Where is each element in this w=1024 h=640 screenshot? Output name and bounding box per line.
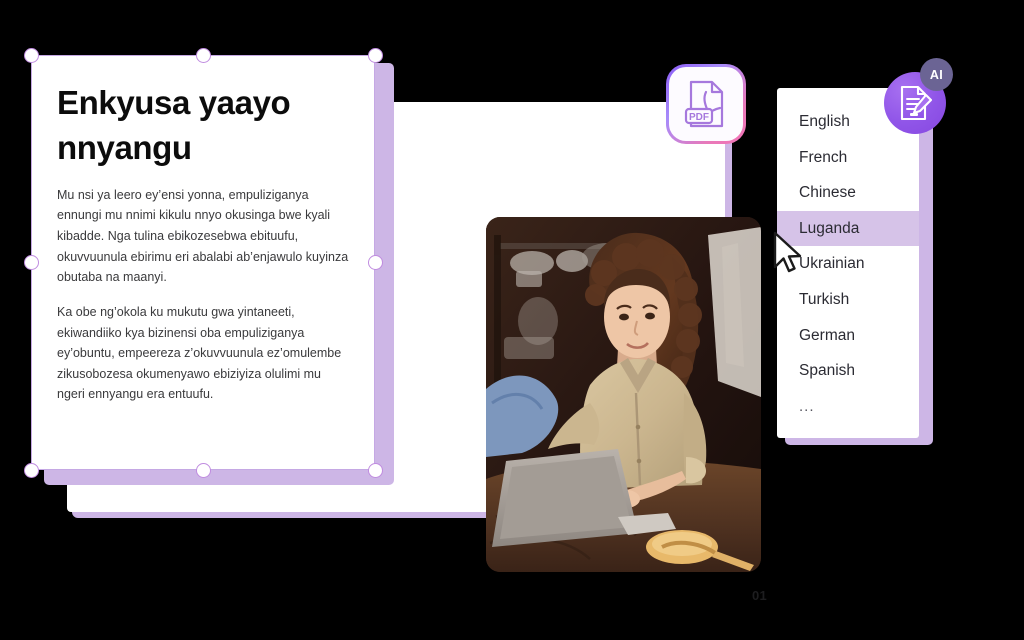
language-option-french[interactable]: French bbox=[777, 140, 919, 176]
language-option-more[interactable]: ... bbox=[777, 389, 919, 425]
pdf-label: PDF bbox=[689, 112, 709, 123]
resize-handle-top-right[interactable] bbox=[367, 47, 383, 63]
resize-handle-bottom-center[interactable] bbox=[195, 462, 211, 478]
mouse-pointer-icon bbox=[773, 231, 802, 273]
pdf-chip-inner: PDF bbox=[669, 67, 743, 141]
language-option-german[interactable]: German bbox=[777, 318, 919, 354]
language-option-spanish[interactable]: Spanish bbox=[777, 353, 919, 389]
language-option-turkish[interactable]: Turkish bbox=[777, 282, 919, 318]
pdf-export-button[interactable]: PDF bbox=[666, 64, 746, 144]
page-number: 01 bbox=[751, 588, 767, 603]
canvas-stage: 01 Enkyusa yaayo nnyangu Mu nsi ya leero… bbox=[0, 0, 1024, 640]
resize-handle-top-center[interactable] bbox=[195, 47, 211, 63]
resize-handle-middle-left[interactable] bbox=[23, 255, 39, 270]
ai-label-badge: AI bbox=[920, 58, 953, 91]
resize-handle-top-left[interactable] bbox=[23, 47, 39, 63]
document-edit-icon bbox=[900, 85, 932, 121]
slide-photo bbox=[486, 217, 761, 572]
language-option-chinese[interactable]: Chinese bbox=[777, 175, 919, 211]
selection-frame bbox=[31, 55, 375, 470]
resize-handle-bottom-left[interactable] bbox=[23, 462, 39, 478]
resize-handle-middle-right[interactable] bbox=[367, 255, 383, 270]
resize-handle-bottom-right[interactable] bbox=[367, 462, 383, 478]
pdf-file-icon: PDF bbox=[684, 80, 724, 128]
